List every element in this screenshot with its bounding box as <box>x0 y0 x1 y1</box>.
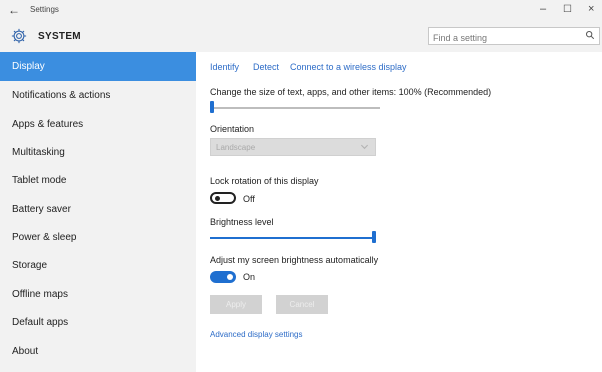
orientation-value: Landscape <box>216 143 256 152</box>
toggle-knob <box>227 274 233 280</box>
page-header: SYSTEM <box>0 22 602 52</box>
sidebar-item-display[interactable]: Display <box>0 52 196 81</box>
close-button[interactable]: × <box>588 3 594 15</box>
sidebar-item-label: About <box>12 346 39 357</box>
auto-brightness-state: On <box>243 272 256 282</box>
brightness-slider[interactable] <box>210 231 380 245</box>
maximize-button[interactable]: ☐ <box>563 4 572 15</box>
sidebar-item-multitasking[interactable]: Multitasking <box>0 138 196 167</box>
advanced-display-settings-link[interactable]: Advanced display settings <box>210 330 303 339</box>
search-input[interactable] <box>429 30 587 46</box>
scale-slider-thumb[interactable] <box>210 101 214 113</box>
sidebar-item-label: Power & sleep <box>12 232 77 243</box>
sidebar-item-battery-saver[interactable]: Battery saver <box>0 195 196 224</box>
back-arrow-icon[interactable]: ← <box>8 3 20 17</box>
sidebar-item-label: Offline maps <box>12 289 68 300</box>
sidebar-item-power-sleep[interactable]: Power & sleep <box>0 223 196 252</box>
sidebar-item-storage[interactable]: Storage <box>0 251 196 280</box>
scale-slider[interactable] <box>210 101 380 115</box>
window-title: Settings <box>30 5 59 14</box>
identify-link[interactable]: Identify <box>210 62 239 72</box>
sidebar-item-tablet-mode[interactable]: Tablet mode <box>0 166 196 195</box>
search-box[interactable] <box>428 27 600 46</box>
detect-link[interactable]: Detect <box>253 62 279 72</box>
sidebar-item-label: Apps & features <box>12 119 84 130</box>
sidebar-item-label: Notifications & actions <box>12 90 111 101</box>
auto-brightness-toggle[interactable] <box>210 271 236 283</box>
orientation-dropdown[interactable]: Landscape <box>210 138 376 156</box>
sidebar-item-apps-features[interactable]: Apps & features <box>0 110 196 139</box>
sidebar-item-label: Battery saver <box>12 204 71 215</box>
minimize-button[interactable]: – <box>540 3 546 15</box>
sidebar-item-offline-maps[interactable]: Offline maps <box>0 280 196 309</box>
scale-slider-track <box>210 107 380 109</box>
orientation-label: Orientation <box>210 124 255 134</box>
sidebar: Display Notifications & actions Apps & f… <box>0 52 196 372</box>
sidebar-item-about[interactable]: About <box>0 337 196 366</box>
chevron-down-icon <box>360 144 369 150</box>
page-title: SYSTEM <box>38 31 81 42</box>
lock-rotation-label: Lock rotation of this display <box>210 176 319 186</box>
brightness-slider-fill <box>210 237 375 239</box>
title-bar: ← Settings – ☐ × <box>0 0 602 22</box>
wireless-display-link[interactable]: Connect to a wireless display <box>290 62 407 72</box>
scale-label: Change the size of text, apps, and other… <box>210 87 492 97</box>
apply-button[interactable]: Apply <box>210 295 262 314</box>
lock-rotation-state: Off <box>243 194 255 204</box>
sidebar-item-label: Default apps <box>12 317 69 328</box>
brightness-slider-thumb[interactable] <box>372 231 376 243</box>
display-settings-panel: Identify Detect Connect to a wireless di… <box>210 52 602 372</box>
sidebar-item-label: Display <box>12 61 45 72</box>
search-icon[interactable] <box>585 30 595 40</box>
sidebar-item-label: Tablet mode <box>12 175 67 186</box>
auto-brightness-label: Adjust my screen brightness automaticall… <box>210 255 379 265</box>
sidebar-item-default-apps[interactable]: Default apps <box>0 308 196 337</box>
lock-rotation-toggle[interactable] <box>210 192 236 204</box>
gear-icon <box>11 28 27 44</box>
cancel-button[interactable]: Cancel <box>276 295 328 314</box>
sidebar-item-label: Multitasking <box>12 147 65 158</box>
sidebar-item-notifications[interactable]: Notifications & actions <box>0 81 196 110</box>
toggle-knob <box>215 196 220 201</box>
brightness-label: Brightness level <box>210 217 274 227</box>
sidebar-item-label: Storage <box>12 260 48 271</box>
